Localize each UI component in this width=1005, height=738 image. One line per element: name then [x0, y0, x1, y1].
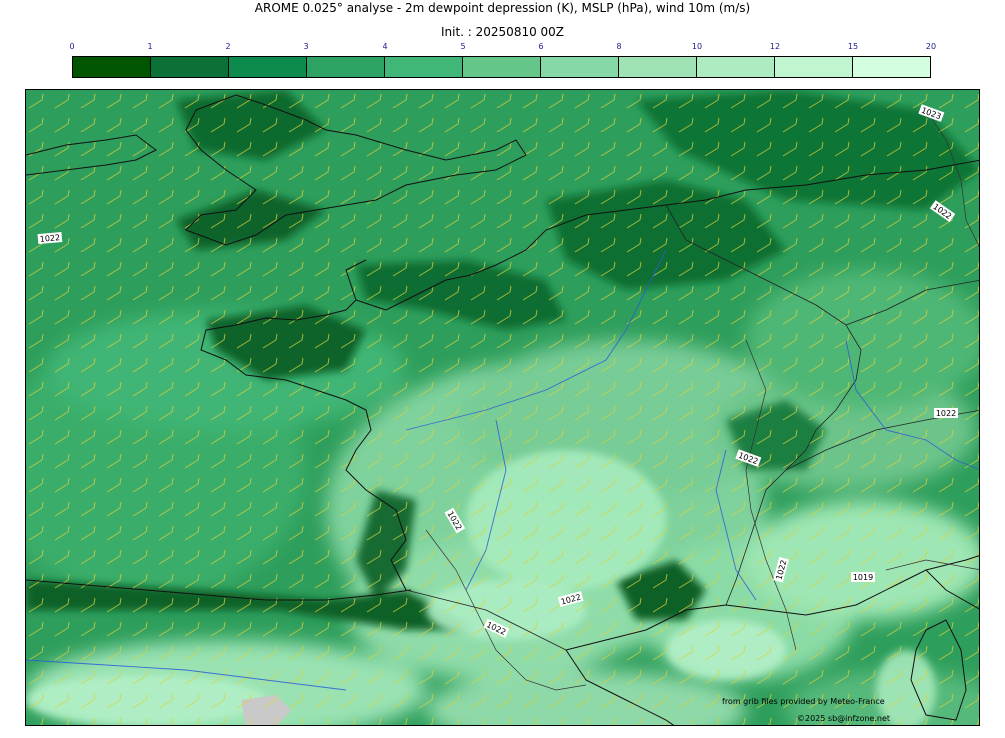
copyright-credit: ©2025 sb@infzone.net	[797, 714, 891, 723]
colorbar-swatch	[385, 57, 463, 77]
map-canvas: 1023 1022 1022 1022 1022 1022 1022 1022 …	[26, 90, 979, 725]
colorbar-swatch	[697, 57, 775, 77]
colorbar-tick-label: 0	[69, 42, 75, 51]
colorbar-tick-label: 2	[225, 42, 231, 51]
colorbar-tick-label: 1	[147, 42, 153, 51]
colorbar-swatch	[73, 57, 151, 77]
isobar-label: 1022	[39, 233, 60, 244]
colorbar-swatch	[151, 57, 229, 77]
colorbar-tick-label: 4	[382, 42, 388, 51]
colorbar-swatch	[307, 57, 385, 77]
map-title: AROME 0.025° analyse - 2m dewpoint depre…	[254, 1, 751, 15]
weather-map: 1023 1022 1022 1022 1022 1022 1022 1022 …	[25, 89, 980, 726]
colorbar-tick-label: 10	[691, 42, 703, 51]
colorbar-tick-label: 6	[538, 42, 544, 51]
data-source-credit: from grib files provided by Meteo-France	[722, 697, 885, 706]
colorbar-tick-label: 20	[925, 42, 937, 51]
colorbar-swatch	[229, 57, 307, 77]
colorbar-swatch	[463, 57, 541, 77]
colorbar-tick-label: 12	[769, 42, 781, 51]
colorbar-swatch	[853, 57, 930, 77]
colorbar-swatch	[775, 57, 853, 77]
colorbar-tick-label: 5	[460, 42, 466, 51]
colorbar-swatch	[541, 57, 619, 77]
colorbar-swatch	[619, 57, 697, 77]
colorbar-tick-label: 3	[303, 42, 309, 51]
colorbar-tick-label: 15	[847, 42, 859, 51]
init-time-subtitle: Init. : 20250810 00Z	[440, 25, 565, 39]
colorbar	[72, 56, 931, 78]
isobar-label: 1022	[936, 409, 956, 418]
isobar-label: 1019	[853, 573, 873, 582]
colorbar-tick-label: 8	[616, 42, 622, 51]
